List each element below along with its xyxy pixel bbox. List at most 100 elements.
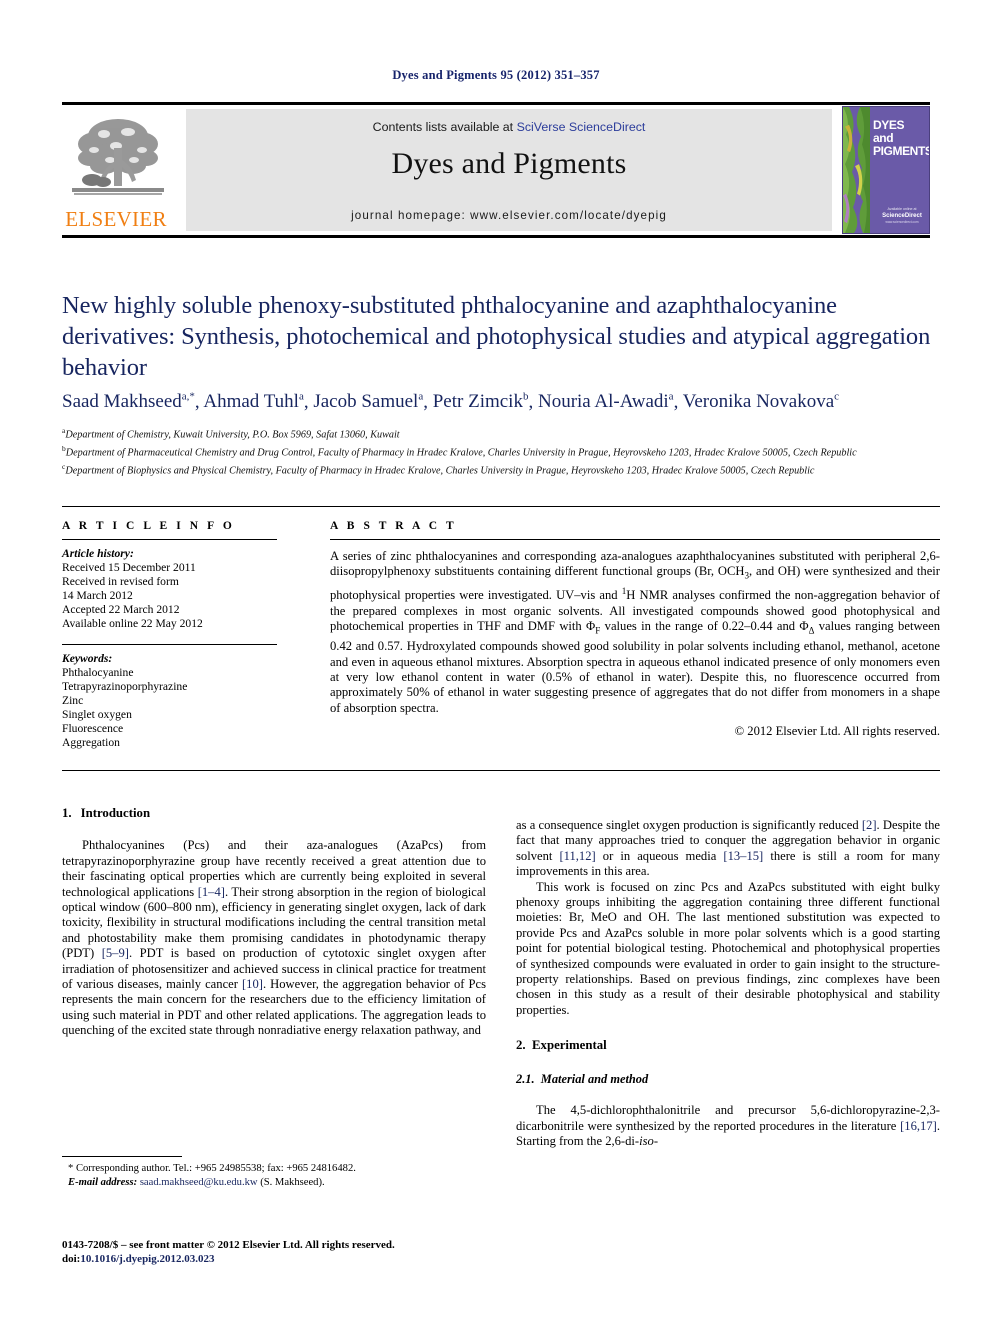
keyword-item: Zinc bbox=[62, 693, 84, 707]
abstract-seg: values in the range of 0.22–0.44 and Φ bbox=[600, 619, 809, 634]
email-note: E-mail address: saad.makhseed@ku.edu.kw … bbox=[62, 1176, 486, 1190]
email-link[interactable]: saad.makhseed@ku.edu.kw bbox=[140, 1177, 258, 1188]
sciencedirect-link[interactable]: SciVerse ScienceDirect bbox=[517, 120, 646, 134]
paper-page: Dyes and Pigments 95 (2012) 351–357 ELSE… bbox=[0, 0, 992, 1323]
contents-line: Contents lists available at SciVerse Sci… bbox=[186, 120, 832, 134]
citation-ref[interactable]: [16,17] bbox=[900, 1119, 937, 1133]
affiliation-text: Department of Pharmaceutical Chemistry a… bbox=[65, 447, 857, 459]
cover-footer-brand: ScienceDirect bbox=[882, 213, 922, 219]
keyword-item: Singlet oxygen bbox=[62, 707, 132, 721]
history-item: Received in revised form bbox=[62, 575, 179, 589]
author-item: Veronika Novakovac bbox=[683, 391, 839, 412]
cover-line2: and bbox=[873, 131, 894, 145]
paragraph-italic: iso bbox=[639, 1133, 654, 1148]
section-title: Experimental bbox=[532, 1038, 607, 1053]
author-list: Saad Makhseeda,*, Ahmad Tuhla, Jacob Sam… bbox=[62, 391, 840, 413]
affiliation-text: Department of Biophysics and Physical Ch… bbox=[65, 464, 815, 476]
article-history-label: Article history: bbox=[62, 547, 134, 560]
author-mark: c bbox=[834, 391, 840, 403]
author-mark: a bbox=[298, 391, 304, 403]
elsevier-tree-icon bbox=[72, 119, 164, 195]
subsection-heading-material-and-method: 2.1. Material and method bbox=[516, 1072, 940, 1087]
author-item: Ahmad Tuhla bbox=[203, 391, 303, 412]
paragraph: Phthalocyanines (Pcs) and their aza-anal… bbox=[62, 838, 486, 1038]
history-item: Available online 22 May 2012 bbox=[62, 617, 203, 631]
article-info-column: A R T I C L E I N F O Article history: R… bbox=[62, 520, 277, 750]
affiliation-text: Department of Chemistry, Kuwait Universi… bbox=[65, 429, 400, 441]
history-item: Received 15 December 2011 bbox=[62, 561, 196, 575]
keyword-item: Phthalocyanine bbox=[62, 665, 134, 679]
section-heading-experimental: 2. Experimental bbox=[516, 1038, 940, 1053]
keywords-label: Keywords: bbox=[62, 651, 113, 665]
citation-ref[interactable]: [5–9] bbox=[102, 946, 129, 960]
section-number: 1. bbox=[62, 806, 72, 820]
body-column-left: 1. Introduction Phthalocyanines (Pcs) and… bbox=[62, 806, 486, 1039]
article-history: Article history: Received 15 December 20… bbox=[62, 547, 277, 632]
doi-link[interactable]: 10.1016/j.dyepig.2012.03.023 bbox=[80, 1253, 214, 1265]
paragraph-seg: The 4,5-dichlorophthalonitrile and precu… bbox=[516, 1103, 940, 1133]
body-column-right: as a consequence singlet oxygen producti… bbox=[516, 818, 940, 1149]
running-head: Dyes and Pigments 95 (2012) 351–357 bbox=[392, 68, 600, 82]
author-item: Petr Zimcikb bbox=[433, 391, 529, 412]
journal-cover-thumbnail: DYES and PIGMENTS Available online at Sc… bbox=[842, 106, 930, 234]
imprint-block: 0143-7208/$ – see front matter © 2012 El… bbox=[62, 1238, 492, 1266]
author-item: Jacob Samuela bbox=[313, 391, 423, 412]
paragraph-seg: as a consequence singlet oxygen producti… bbox=[516, 818, 862, 832]
author-mark: a,* bbox=[181, 391, 195, 403]
info-abstract-panel: A R T I C L E I N F O Article history: R… bbox=[62, 506, 940, 771]
affiliation-list: aDepartment of Chemistry, Kuwait Univers… bbox=[62, 424, 940, 477]
journal-header: ELSEVIER Contents lists available at Sci… bbox=[62, 102, 930, 238]
elsevier-logo: ELSEVIER bbox=[64, 110, 168, 232]
elsevier-wordmark: ELSEVIER bbox=[65, 207, 167, 231]
author-item: Saad Makhseeda,* bbox=[62, 391, 195, 412]
doi-label: doi: bbox=[62, 1253, 81, 1265]
citation-ref[interactable]: [11,12] bbox=[559, 849, 595, 863]
keywords-divider bbox=[62, 643, 277, 645]
abstract-heading: A B S T R A C T bbox=[330, 520, 457, 532]
subsection-title: Material and method bbox=[540, 1071, 649, 1086]
abstract-text: A series of zinc phthalocyanines and cor… bbox=[330, 549, 940, 716]
keyword-item: Tetrapyrazinoporphyrazine bbox=[62, 679, 188, 693]
panel-rule-bottom bbox=[62, 770, 940, 771]
journal-title: Dyes and Pigments bbox=[391, 147, 627, 180]
journal-band: Contents lists available at SciVerse Sci… bbox=[186, 109, 832, 231]
subsection-number: 2.1. bbox=[516, 1071, 535, 1086]
author-mark: a bbox=[668, 391, 674, 403]
keyword-item: Fluorescence bbox=[62, 722, 124, 736]
corresponding-author-note: * Corresponding author. Tel.: +965 24985… bbox=[68, 1163, 356, 1174]
author-name: Petr Zimcik bbox=[432, 391, 523, 413]
panel-rule-top bbox=[62, 506, 940, 507]
header-rule-top bbox=[62, 102, 930, 105]
citation-ref[interactable]: [1–4] bbox=[198, 885, 225, 899]
paragraph: This work is focused on zinc Pcs and Aza… bbox=[516, 879, 940, 1017]
email-suffix: (S. Makhseed). bbox=[260, 1176, 325, 1188]
paragraph: The 4,5-dichlorophthalonitrile and precu… bbox=[516, 1103, 940, 1149]
section-title: Introduction bbox=[80, 806, 151, 820]
abstract-column: A B S T R A C T A series of zinc phthalo… bbox=[330, 520, 940, 739]
author-name: Veronika Novakova bbox=[682, 391, 835, 413]
journal-homepage[interactable]: journal homepage: www.elsevier.com/locat… bbox=[186, 209, 832, 222]
citation-ref[interactable]: [2] bbox=[862, 818, 877, 832]
email-label: E-mail address: bbox=[68, 1176, 138, 1188]
history-item: Accepted 22 March 2012 bbox=[62, 603, 180, 617]
article-info-heading: A R T I C L E I N F O bbox=[62, 520, 235, 532]
citation-ref[interactable]: [10] bbox=[242, 977, 263, 991]
affiliation-item: cDepartment of Biophysics and Physical C… bbox=[62, 460, 940, 478]
citation-ref[interactable]: [13–15] bbox=[723, 849, 763, 863]
page-title: New highly soluble phenoxy-substituted p… bbox=[62, 292, 931, 381]
section-heading-introduction: 1. Introduction bbox=[62, 806, 486, 821]
cover-line1: DYES bbox=[873, 118, 905, 132]
cover-marble-pattern-icon bbox=[843, 107, 870, 233]
history-item: 14 March 2012 bbox=[62, 589, 133, 603]
author-mark: b bbox=[522, 391, 529, 403]
paragraph-seg: or in aqueous media bbox=[595, 848, 724, 863]
contents-prefix: Contents lists available at bbox=[372, 120, 517, 134]
keyword-item: Aggregation bbox=[62, 736, 120, 750]
author-name: Jacob Samuel bbox=[313, 391, 419, 413]
abstract-seg: values ranging between 0.42 and 0.57. Hy… bbox=[330, 619, 941, 715]
paragraph: as a consequence singlet oxygen producti… bbox=[516, 818, 940, 880]
imprint-line: 0143-7208/$ – see front matter © 2012 El… bbox=[62, 1239, 395, 1251]
cover-title: DYES and PIGMENTS bbox=[873, 119, 929, 158]
section-number: 2. bbox=[516, 1038, 526, 1053]
affiliation-item: bDepartment of Pharmaceutical Chemistry … bbox=[62, 442, 940, 460]
